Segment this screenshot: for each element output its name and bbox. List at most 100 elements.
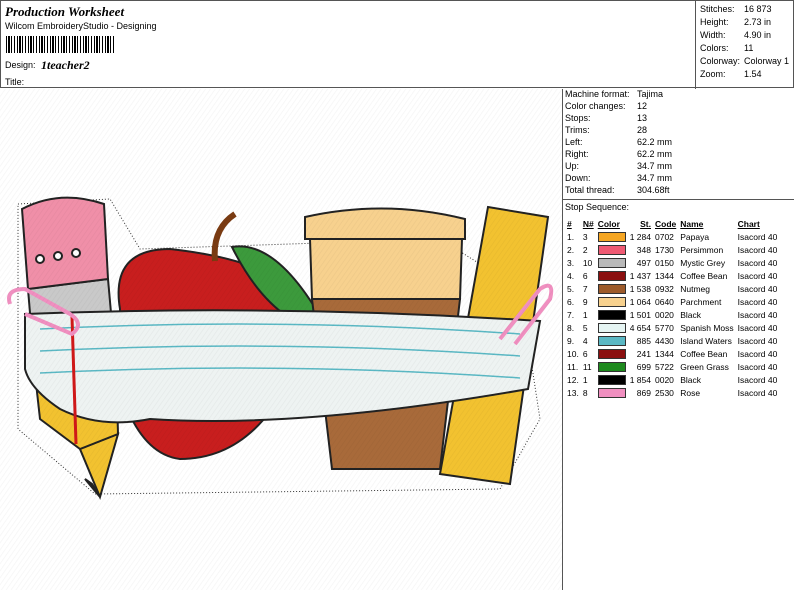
stop-chart: Isacord 40 xyxy=(737,283,778,294)
right-extent: Right: 62.2 mm xyxy=(565,149,673,159)
stop-code: 1730 xyxy=(654,244,674,255)
stop-code: 0150 xyxy=(654,257,674,268)
stop-number: 9. xyxy=(567,335,575,346)
stop-chart: Isacord 40 xyxy=(737,387,778,398)
stop-name: Nutmeg xyxy=(680,283,710,294)
trims-count: Trims: 28 xyxy=(565,125,648,135)
stop-color-swatch xyxy=(596,360,628,373)
stop-number: 10. xyxy=(567,348,579,359)
stop-name: Coffee Bean xyxy=(680,270,728,281)
table-row: 5. 7 1 538 0932 Nutmeg Isacord 40 xyxy=(565,282,779,295)
summary-width: Width: 4.90 in xyxy=(700,30,772,40)
stop-code: 0640 xyxy=(654,296,674,307)
stop-color-swatch xyxy=(596,386,628,399)
machine-panel: Machine format: Tajima Color changes: 12 S… xyxy=(562,89,794,590)
stop-color-swatch xyxy=(596,308,628,321)
stop-name: Spanish Moss xyxy=(680,322,734,333)
table-row: 8. 5 4 654 5770 Spanish Moss Isacord 40 xyxy=(565,321,779,334)
color-swatch xyxy=(597,309,626,320)
stop-needle: 5 xyxy=(582,322,588,333)
stop-code: 1344 xyxy=(654,270,674,281)
stop-stitches: 4 654 xyxy=(629,322,651,333)
color-swatch xyxy=(597,283,626,294)
stop-color-swatch xyxy=(596,321,628,334)
stop-needle: 7 xyxy=(582,283,588,294)
stop-number: 4. xyxy=(567,270,575,281)
stop-code: 1344 xyxy=(654,348,674,359)
color-swatch xyxy=(597,374,626,385)
color-swatch xyxy=(597,244,626,255)
stop-table-header: # N# Color St. Code Name Chart xyxy=(565,217,779,230)
stop-name: Rose xyxy=(680,387,701,398)
stop-stitches: 1 064 xyxy=(629,296,651,307)
stop-name: Coffee Bean xyxy=(680,348,728,359)
summary-panel: Stitches: 16 873 Height: 2.73 in Width: 4.9… xyxy=(695,1,794,89)
stop-name: Black xyxy=(680,374,702,385)
stop-code: 2530 xyxy=(654,387,674,398)
stop-number: 11. xyxy=(567,361,579,372)
stop-name: Mystic Grey xyxy=(680,257,726,268)
stop-chart: Isacord 40 xyxy=(737,322,778,333)
stop-needle: 6 xyxy=(582,270,588,281)
stop-number: 13. xyxy=(567,387,579,398)
summary-stitches: Stitches: 16 873 xyxy=(700,4,772,14)
table-row: 9. 4 885 4430 Island Waters Isacord 40 xyxy=(565,334,779,347)
down-extent: Down: 34.7 mm xyxy=(565,173,673,183)
stop-needle: 6 xyxy=(582,348,588,359)
stop-chart: Isacord 40 xyxy=(737,335,778,346)
stop-needle: 1 xyxy=(582,309,588,320)
col-number: # xyxy=(567,218,572,229)
stop-code: 0932 xyxy=(654,283,674,294)
design-name: 1teacher2 xyxy=(41,58,90,72)
stop-code: 0020 xyxy=(654,309,674,320)
table-row: 4. 6 1 437 1344 Coffee Bean Isacord 40 xyxy=(565,269,779,282)
stop-stitches: 1 284 xyxy=(629,231,651,242)
table-row: 13. 8 869 2530 Rose Isacord 40 xyxy=(565,386,779,399)
stop-code: 4430 xyxy=(654,335,674,346)
stop-sequence-heading: Stop Sequence: xyxy=(565,202,630,212)
worksheet-header: Production Worksheet Wilcom EmbroiderySt… xyxy=(0,0,794,89)
color-changes: Color changes: 12 xyxy=(565,101,648,111)
stop-name: Black xyxy=(680,309,702,320)
table-row: 6. 9 1 064 0640 Parchment Isacord 40 xyxy=(565,295,779,308)
stop-name: Persimmon xyxy=(680,244,724,255)
table-row: 2. 2 348 1730 Persimmon Isacord 40 xyxy=(565,243,779,256)
stop-stitches: 348 xyxy=(636,244,651,255)
stop-number: 5. xyxy=(567,283,575,294)
stop-code: 0702 xyxy=(654,231,674,242)
design-preview xyxy=(0,89,562,590)
col-code: Code xyxy=(654,218,677,229)
stop-chart: Isacord 40 xyxy=(737,296,778,307)
stop-chart: Isacord 40 xyxy=(737,244,778,255)
stop-color-swatch xyxy=(596,373,628,386)
stop-sequence-table: # N# Color St. Code Name Chart 1. 3 1 284 0… xyxy=(565,217,779,399)
stop-stitches: 497 xyxy=(636,257,651,268)
worksheet-title: Production Worksheet xyxy=(5,4,125,19)
col-name: Name xyxy=(680,218,704,229)
color-swatch xyxy=(597,322,626,333)
stop-stitches: 885 xyxy=(636,335,651,346)
stop-stitches: 869 xyxy=(636,387,651,398)
design-label: Design: xyxy=(5,60,36,70)
stop-color-swatch xyxy=(596,282,628,295)
stop-needle: 1 xyxy=(582,374,588,385)
stop-needle: 10 xyxy=(582,257,593,268)
barcode-image xyxy=(6,36,116,53)
stop-chart: Isacord 40 xyxy=(737,309,778,320)
app-subtitle: Wilcom EmbroideryStudio - Designing xyxy=(5,21,157,31)
stop-chart: Isacord 40 xyxy=(737,348,778,359)
stop-chart: Isacord 40 xyxy=(737,374,778,385)
stop-stitches: 1 501 xyxy=(629,309,651,320)
stop-name: Green Grass xyxy=(680,361,729,372)
table-row: 1. 3 1 284 0702 Papaya Isacord 40 xyxy=(565,230,779,243)
col-chart: Chart xyxy=(737,218,760,229)
col-color: Color xyxy=(597,218,620,229)
stop-number: 3. xyxy=(567,257,575,268)
stop-number: 8. xyxy=(567,322,575,333)
stop-needle: 8 xyxy=(582,387,588,398)
stop-code: 0020 xyxy=(654,374,674,385)
stop-stitches: 1 437 xyxy=(629,270,651,281)
stop-color-swatch xyxy=(596,243,628,256)
table-row: 7. 1 1 501 0020 Black Isacord 40 xyxy=(565,308,779,321)
color-swatch xyxy=(597,296,626,307)
